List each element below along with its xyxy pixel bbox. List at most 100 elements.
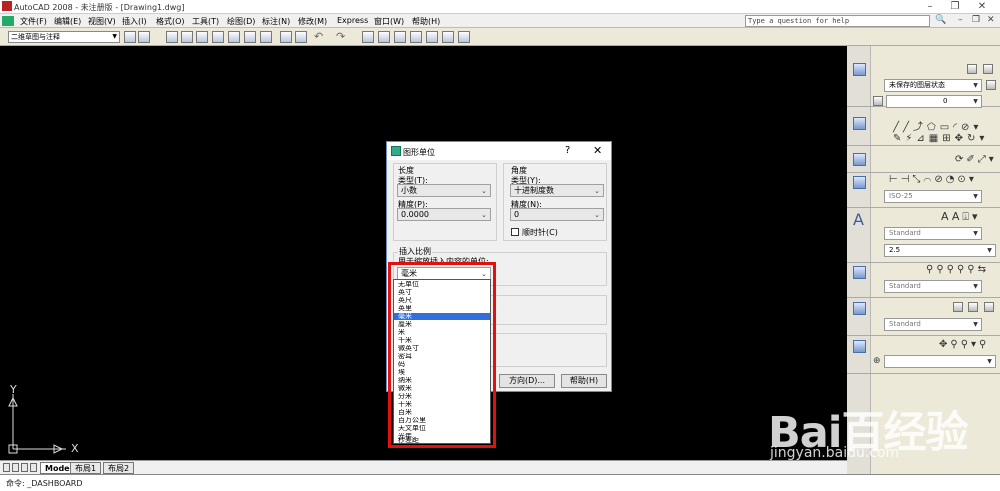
layer-state-combo[interactable]: 未保存的图层状态 ▼ — [884, 79, 982, 92]
menu-insert[interactable]: 插入(I) — [122, 16, 147, 27]
next-tab-button[interactable] — [21, 463, 28, 472]
angle-precision-combo[interactable]: 0 ⌄ — [510, 208, 604, 221]
clockwise-checkbox[interactable] — [511, 228, 519, 236]
draw-tools-row1[interactable]: ╱╱⤴⬠▭◜⊘▾ — [893, 118, 982, 133]
mleader-style-combo[interactable]: Standard ▼ — [884, 280, 982, 293]
length-precision-combo[interactable]: 0.0000 ⌄ — [397, 208, 491, 221]
restore-button[interactable]: ❐ — [945, 1, 965, 13]
insert-table-icon[interactable] — [953, 302, 963, 312]
direction-button[interactable]: 方向(D)... — [499, 374, 555, 388]
match-properties-icon[interactable] — [295, 31, 307, 43]
menu-view[interactable]: 视图(V) — [88, 16, 116, 27]
text-height-value: 2.5 — [889, 246, 901, 254]
search-icon[interactable]: 🔍 — [935, 15, 946, 25]
menu-window[interactable]: 窗口(W) — [374, 16, 404, 27]
named-view-combo[interactable]: ▼ — [884, 355, 996, 368]
new-file-icon[interactable] — [166, 31, 178, 43]
menu-dimension[interactable]: 标注(N) — [262, 16, 290, 27]
length-type-combo[interactable]: 小数 ⌄ — [397, 184, 491, 197]
calculator-icon[interactable] — [442, 31, 454, 43]
layer-state-manager-icon[interactable] — [986, 80, 996, 90]
menu-tools[interactable]: 工具(T) — [192, 16, 219, 27]
2d-navigate-panel-icon[interactable] — [853, 340, 866, 353]
help-search-input[interactable]: Type a question for help — [745, 15, 930, 27]
layer-current-value: 0 — [943, 97, 948, 105]
palette-separator — [847, 207, 1000, 208]
workspace-combo[interactable]: 二维草图与注释 ▼ — [8, 31, 120, 43]
properties-icon[interactable] — [394, 31, 406, 43]
close-window-button[interactable]: ✕ — [972, 1, 992, 13]
menu-draw[interactable]: 绘图(D) — [227, 16, 255, 27]
ucs-y-label: Y — [10, 383, 17, 396]
table-edit-icon[interactable] — [968, 302, 978, 312]
layers-panel-icon[interactable] — [853, 63, 866, 76]
document-icon — [2, 16, 14, 26]
help-icon[interactable] — [458, 31, 470, 43]
menu-format[interactable]: 格式(O) — [156, 16, 185, 27]
minimize-button[interactable]: – — [920, 1, 940, 13]
text-tools-row[interactable]: AA⍗▾ — [941, 210, 980, 224]
menu-file[interactable]: 文件(F) — [20, 16, 47, 27]
minimize-doc-button[interactable]: – — [958, 15, 963, 25]
tab-layout1[interactable]: 布局1 — [70, 462, 102, 474]
3d-dwf-icon[interactable] — [260, 31, 272, 43]
dim-style-combo[interactable]: ISO-25 ▼ — [884, 190, 982, 203]
text-style-combo[interactable]: Standard ▼ — [884, 227, 982, 240]
mleader-tools-row[interactable]: ⚲⚲⚲⚲⚲⇆ — [926, 264, 989, 275]
prev-tab-button[interactable] — [12, 463, 19, 472]
dialog-close-button[interactable]: ✕ — [593, 144, 602, 157]
workspace-settings-icon[interactable] — [124, 31, 136, 43]
dimension-panel-icon[interactable] — [853, 176, 866, 189]
multileader-panel-icon[interactable] — [853, 266, 866, 279]
modify-panel-icon[interactable] — [853, 153, 866, 166]
angle-type-combo[interactable]: 十进制度数 ⌄ — [510, 184, 604, 197]
table-panel-icon[interactable] — [853, 302, 866, 315]
navigate-tools-row[interactable]: ✥⚲⚲▾⚲ — [939, 339, 989, 350]
dialog-title-bar: 图形单位 ? ✕ — [387, 142, 611, 160]
dialog-help-text-button[interactable]: 帮助(H) — [561, 374, 607, 388]
menu-edit[interactable]: 编辑(E) — [54, 16, 81, 27]
length-precision-value: 0.0000 — [401, 210, 429, 219]
save-icon[interactable] — [196, 31, 208, 43]
layer-states-icon[interactable] — [983, 64, 993, 74]
table-style-combo[interactable]: Standard ▼ — [884, 318, 982, 331]
plot-icon[interactable] — [212, 31, 224, 43]
chevron-down-icon: ▼ — [987, 358, 992, 365]
2d-draw-panel-icon[interactable] — [853, 117, 866, 130]
workspace-menu-icon[interactable] — [138, 31, 150, 43]
cut-icon[interactable] — [280, 31, 292, 43]
text-height-combo[interactable]: 2.5 ▼ — [884, 244, 996, 257]
chevron-down-icon: ▼ — [973, 193, 978, 200]
dimension-tools-row[interactable]: ⊢⊣⤡⌒⊘◔⊙▾ — [889, 174, 977, 185]
layer-properties-icon[interactable] — [967, 64, 977, 74]
redo-icon[interactable]: ↷ — [336, 30, 345, 43]
menu-modify[interactable]: 修改(M) — [298, 16, 327, 27]
command-line[interactable]: 命令: _DASHBOARD — [0, 474, 1000, 491]
last-tab-button[interactable] — [30, 463, 37, 472]
dialog-help-button[interactable]: ? — [565, 145, 570, 156]
draw-tools-row2[interactable]: ✎⚡⊿▦⊞✥↻▾ — [893, 133, 988, 144]
menu-express[interactable]: Express — [337, 16, 368, 25]
named-views-icon[interactable]: ⊕ — [873, 356, 881, 366]
undo-icon[interactable]: ↶ — [314, 30, 323, 43]
plot-preview-icon[interactable] — [228, 31, 240, 43]
text-panel-icon[interactable]: A — [853, 210, 864, 229]
pan-icon[interactable] — [362, 31, 374, 43]
menu-help[interactable]: 帮助(H) — [412, 16, 440, 27]
make-current-icon[interactable] — [873, 96, 883, 106]
zoom-icon[interactable] — [378, 31, 390, 43]
tool-palettes-icon[interactable] — [426, 31, 438, 43]
open-file-icon[interactable] — [181, 31, 193, 43]
palette-separator — [847, 172, 1000, 173]
design-center-icon[interactable] — [410, 31, 422, 43]
modify-tools-row[interactable]: ⟳✐⤢▾ — [955, 154, 997, 165]
publish-icon[interactable] — [244, 31, 256, 43]
layer-combo[interactable]: 0 ▼ — [886, 95, 982, 108]
first-tab-button[interactable] — [3, 463, 10, 472]
mleader-style-value: Standard — [889, 282, 921, 290]
layout-tabs-bar: Model 布局1 布局2 — [0, 460, 847, 474]
table-style-icon[interactable] — [984, 302, 994, 312]
restore-doc-button[interactable]: ❐ — [972, 15, 980, 25]
close-doc-button[interactable]: ✕ — [987, 15, 995, 25]
tab-layout2[interactable]: 布局2 — [103, 462, 135, 474]
